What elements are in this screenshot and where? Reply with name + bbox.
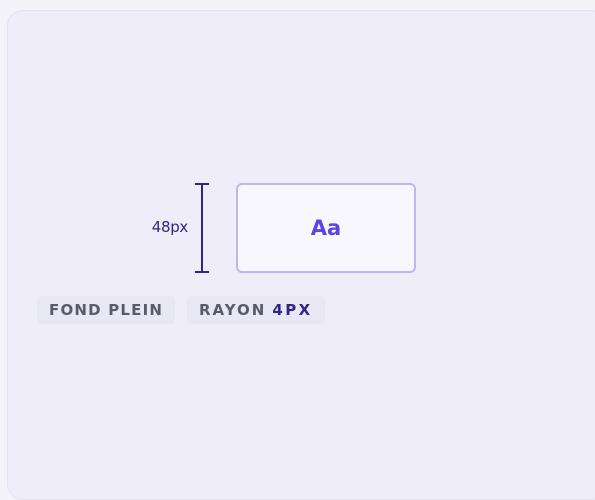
radius-tag: RAYON 4PX	[187, 296, 325, 324]
height-measure-indicator	[195, 183, 209, 273]
measure-line	[201, 183, 203, 273]
radius-label: RAYON	[199, 301, 267, 319]
measure-cap-bottom	[195, 271, 209, 273]
preview-box: Aa	[236, 183, 416, 273]
height-measure-label: 48px	[151, 218, 189, 236]
radius-value: 4PX	[272, 301, 313, 319]
fill-style-tag: FOND PLEIN	[37, 296, 176, 324]
fill-style-label: FOND PLEIN	[49, 301, 164, 319]
preview-sample-text: Aa	[310, 216, 342, 240]
